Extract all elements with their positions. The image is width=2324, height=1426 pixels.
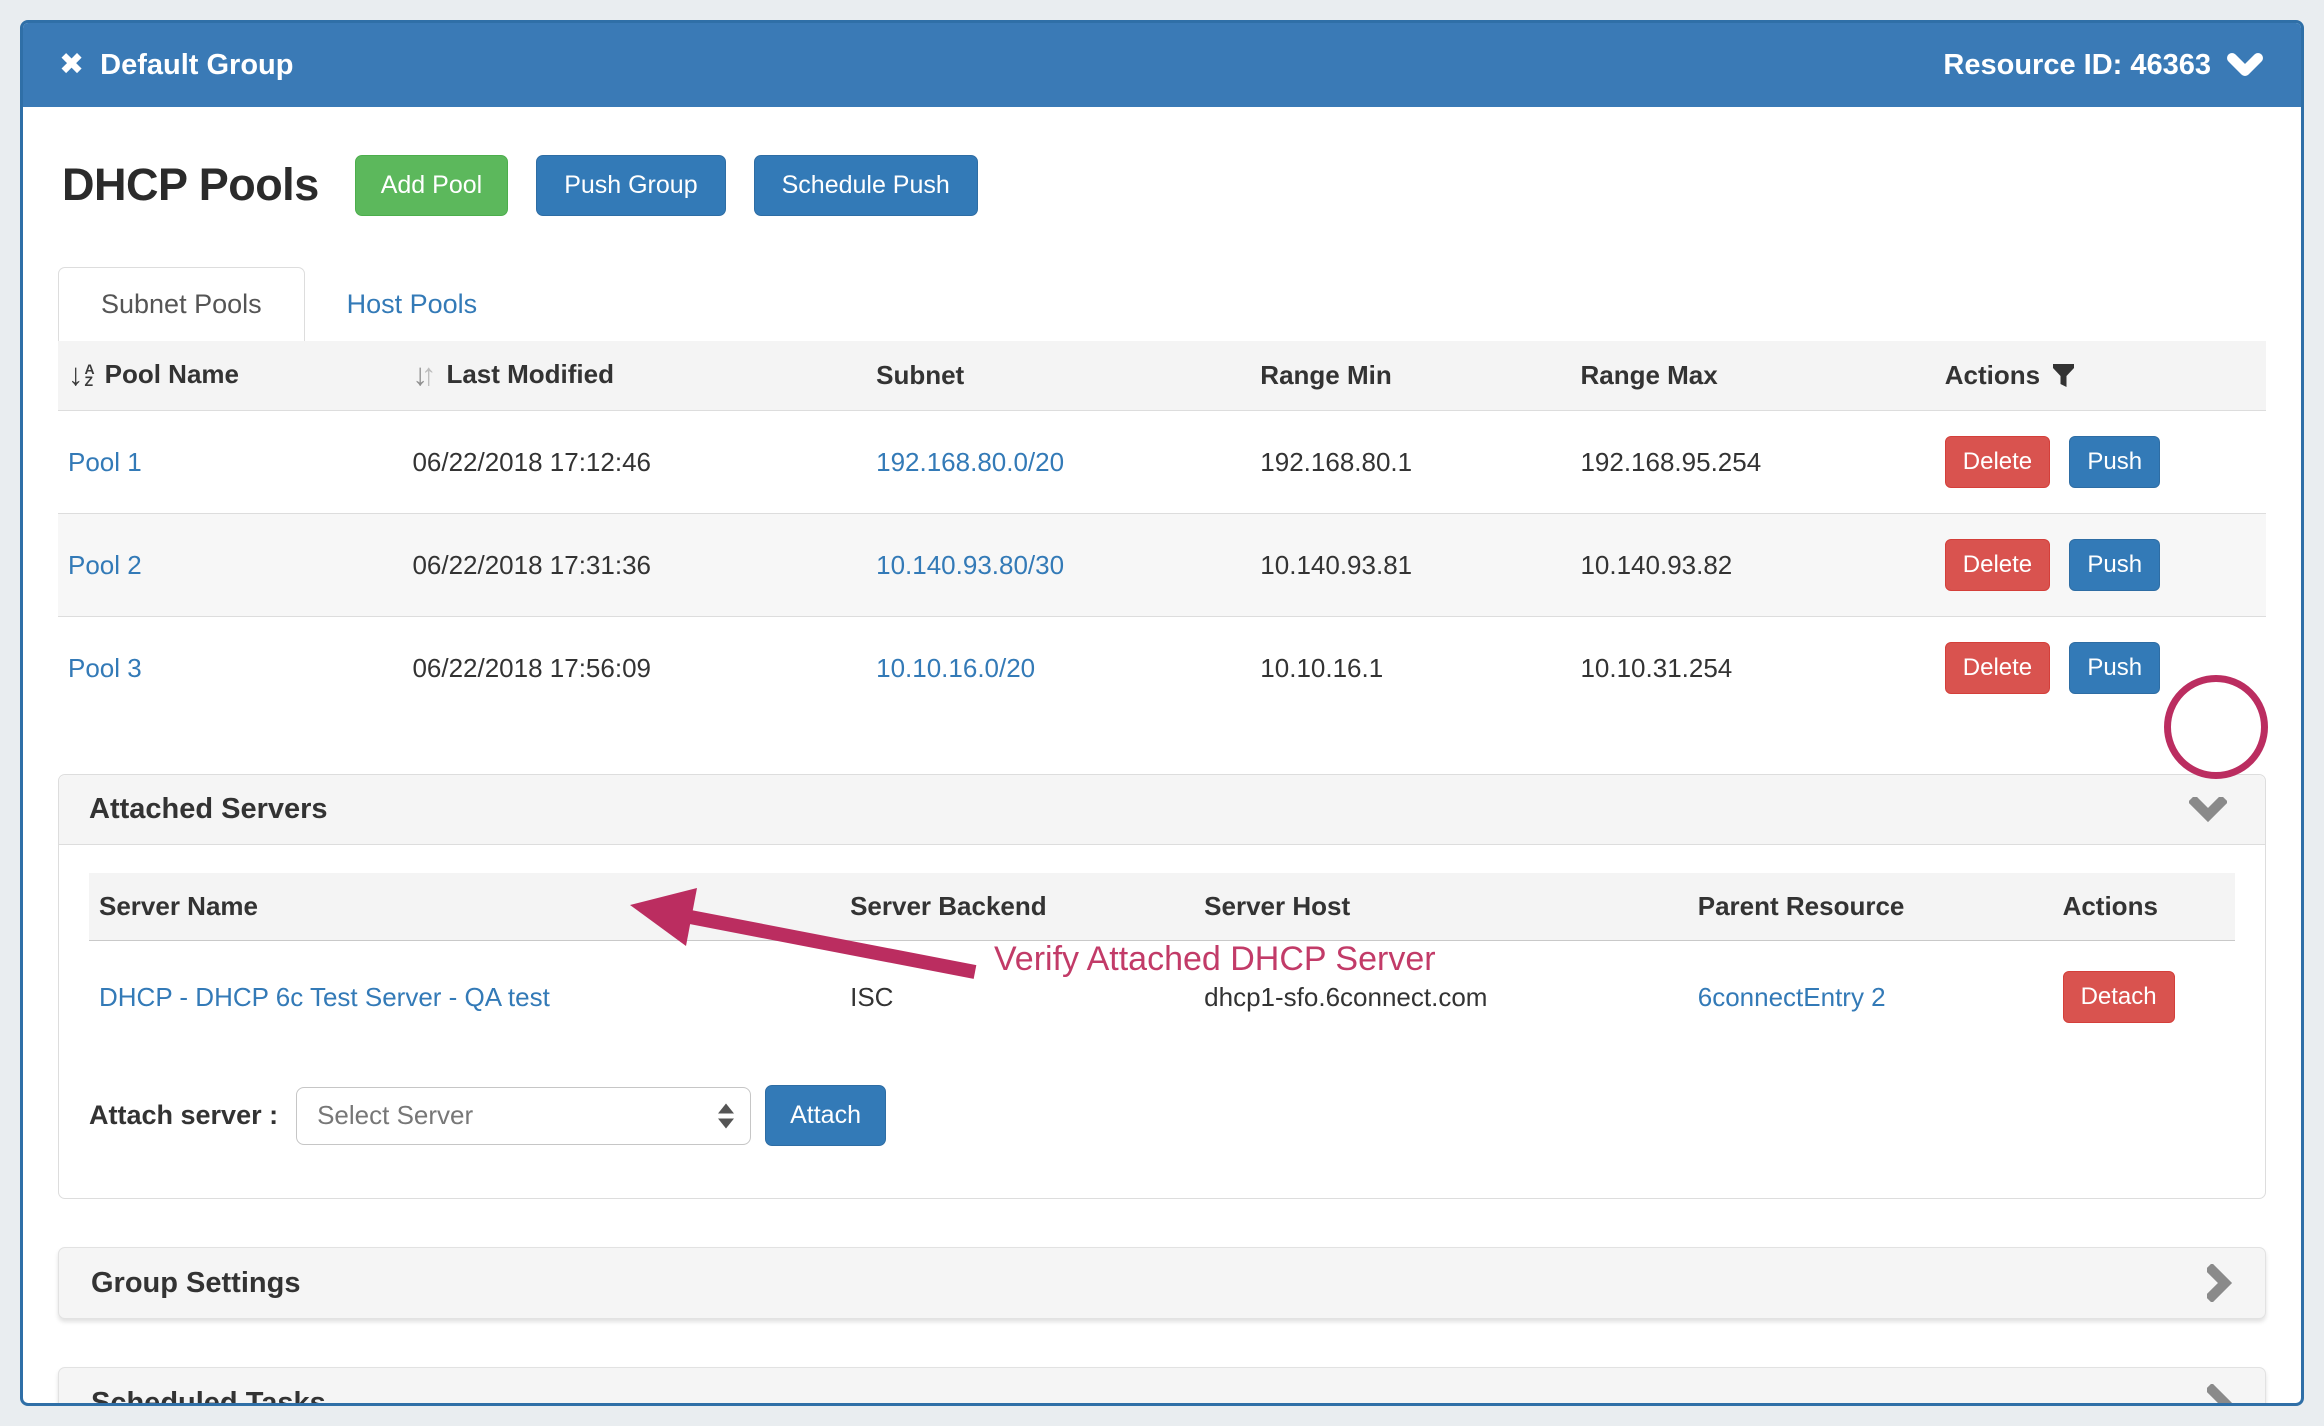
- attach-server-row: Attach server : Select Server Attach: [89, 1085, 2235, 1146]
- chevron-right-icon[interactable]: [2207, 1384, 2233, 1406]
- detach-button[interactable]: Detach: [2063, 971, 2175, 1023]
- attached-servers-heading[interactable]: Attached Servers: [59, 775, 2265, 845]
- server-host-header: Server Host: [1194, 873, 1688, 941]
- range-min-cell: 10.10.16.1: [1250, 617, 1570, 720]
- page-title: DHCP Pools: [62, 159, 319, 211]
- range-max-cell: 10.10.31.254: [1570, 617, 1934, 720]
- pool-name-link[interactable]: Pool 3: [68, 653, 142, 683]
- subnet-link[interactable]: 10.10.16.0/20: [876, 653, 1035, 683]
- group-header-bar: ✖ Default Group Resource ID: 46363: [23, 23, 2301, 107]
- actions-header[interactable]: Actions: [1935, 341, 2266, 411]
- tab-host-pools[interactable]: Host Pools: [305, 267, 520, 341]
- subnet-pools-table: ↓AZ Pool Name ↓↑ Last Modified Subnet Ra…: [58, 341, 2266, 719]
- filter-funnel-icon[interactable]: [2050, 362, 2077, 389]
- delete-button[interactable]: Delete: [1945, 436, 2050, 488]
- range-min-header: Range Min: [1250, 341, 1570, 411]
- group-settings-panel[interactable]: Group Settings: [58, 1247, 2266, 1319]
- server-backend-header: Server Backend: [840, 873, 1194, 941]
- collapse-chevron-down-icon[interactable]: [2189, 797, 2227, 823]
- attached-servers-body: Server Name Server Backend Server Host P…: [59, 845, 2265, 1198]
- push-button[interactable]: Push: [2069, 642, 2160, 694]
- card-content: DHCP Pools Add Pool Push Group Schedule …: [23, 153, 2301, 1406]
- attached-servers-header-row: Server Name Server Backend Server Host P…: [89, 873, 2235, 941]
- server-name-link[interactable]: DHCP - DHCP 6c Test Server - QA test: [99, 982, 550, 1012]
- title-row: DHCP Pools Add Pool Push Group Schedule …: [58, 153, 2266, 217]
- pool-tabs: Subnet Pools Host Pools: [58, 267, 2266, 341]
- scheduled-tasks-panel[interactable]: Scheduled Tasks: [58, 1367, 2266, 1406]
- attach-server-label: Attach server :: [89, 1100, 278, 1131]
- resource-id-label: Resource ID: 46363: [1943, 49, 2211, 82]
- server-select[interactable]: Select Server: [296, 1087, 751, 1145]
- close-icon[interactable]: ✖: [59, 50, 84, 80]
- push-button[interactable]: Push: [2069, 539, 2160, 591]
- server-backend-cell: ISC: [840, 941, 1194, 1056]
- attached-servers-table: Server Name Server Backend Server Host P…: [89, 873, 2235, 1055]
- last-modified-cell: 06/22/2018 17:31:36: [402, 514, 866, 617]
- tab-subnet-pools[interactable]: Subnet Pools: [58, 267, 305, 341]
- add-pool-button[interactable]: Add Pool: [355, 155, 508, 216]
- chevron-right-icon[interactable]: [2207, 1264, 2233, 1302]
- parent-resource-link[interactable]: 6connectEntry 2: [1698, 982, 1886, 1012]
- pool-row: Pool 2 06/22/2018 17:31:36 10.140.93.80/…: [58, 514, 2266, 617]
- pool-row: Pool 1 06/22/2018 17:12:46 192.168.80.0/…: [58, 411, 2266, 514]
- range-min-cell: 192.168.80.1: [1250, 411, 1570, 514]
- subnet-link[interactable]: 192.168.80.0/20: [876, 447, 1064, 477]
- subnet-pools-header-row: ↓AZ Pool Name ↓↑ Last Modified Subnet Ra…: [58, 341, 2266, 411]
- server-actions-header: Actions: [2053, 873, 2235, 941]
- attached-servers-title: Attached Servers: [89, 793, 328, 826]
- group-title: Default Group: [100, 49, 293, 82]
- pool-name-link[interactable]: Pool 2: [68, 550, 142, 580]
- sort-alpha-down-icon[interactable]: ↓AZ: [68, 359, 95, 390]
- attach-button[interactable]: Attach: [765, 1085, 886, 1146]
- subnet-link[interactable]: 10.140.93.80/30: [876, 550, 1064, 580]
- schedule-push-button[interactable]: Schedule Push: [754, 155, 978, 216]
- range-max-cell: 192.168.95.254: [1570, 411, 1934, 514]
- group-settings-title: Group Settings: [91, 1267, 300, 1300]
- pool-row: Pool 3 06/22/2018 17:56:09 10.10.16.0/20…: [58, 617, 2266, 720]
- last-modified-header[interactable]: ↓↑ Last Modified: [402, 341, 866, 411]
- header-collapse-chevron-down-icon[interactable]: [2227, 52, 2263, 78]
- push-button[interactable]: Push: [2069, 436, 2160, 488]
- range-min-cell: 10.140.93.81: [1250, 514, 1570, 617]
- last-modified-cell: 06/22/2018 17:56:09: [402, 617, 866, 720]
- server-host-cell: dhcp1-sfo.6connect.com: [1194, 941, 1688, 1056]
- server-select-value: Select Server: [317, 1100, 473, 1131]
- push-group-button[interactable]: Push Group: [536, 155, 725, 216]
- scheduled-tasks-title: Scheduled Tasks: [91, 1387, 326, 1407]
- delete-button[interactable]: Delete: [1945, 642, 2050, 694]
- delete-button[interactable]: Delete: [1945, 539, 2050, 591]
- attached-servers-panel: Attached Servers Server Name Server Back…: [58, 774, 2266, 1199]
- pool-name-header[interactable]: ↓AZ Pool Name: [58, 341, 402, 411]
- select-arrows-icon: [718, 1103, 734, 1128]
- server-name-header: Server Name: [89, 873, 840, 941]
- sort-up-down-icon[interactable]: ↓↑: [412, 359, 436, 390]
- subnet-header: Subnet: [866, 341, 1250, 411]
- pool-name-link[interactable]: Pool 1: [68, 447, 142, 477]
- group-card: ✖ Default Group Resource ID: 46363 DHCP …: [20, 20, 2304, 1406]
- parent-resource-header: Parent Resource: [1688, 873, 2053, 941]
- range-max-header: Range Max: [1570, 341, 1934, 411]
- range-max-cell: 10.140.93.82: [1570, 514, 1934, 617]
- last-modified-cell: 06/22/2018 17:12:46: [402, 411, 866, 514]
- attached-server-row: DHCP - DHCP 6c Test Server - QA test ISC…: [89, 941, 2235, 1056]
